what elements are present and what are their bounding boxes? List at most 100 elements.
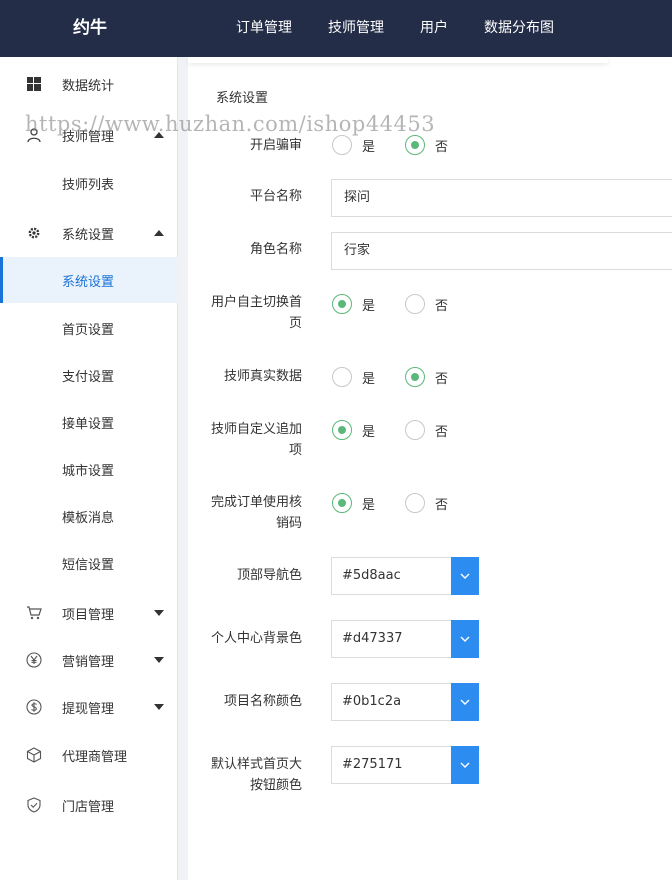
field-label-user-switch-home: 用户自主切换首 页 bbox=[198, 292, 302, 334]
tab-bar-shadow bbox=[188, 57, 608, 63]
chevron-down-icon bbox=[460, 573, 470, 579]
sidebar-item-city-settings[interactable]: 城市设置 bbox=[0, 446, 178, 492]
sidebar-item-label: 门店管理 bbox=[62, 799, 115, 815]
sidebar-item-label: 技师列表 bbox=[62, 177, 115, 193]
label-line: 用户自主切换首 bbox=[210, 295, 302, 310]
label-line: 完成订单使用核 bbox=[210, 495, 302, 510]
cube-icon bbox=[26, 747, 42, 763]
yen-icon bbox=[26, 652, 42, 668]
radio-label: 是 bbox=[362, 424, 376, 440]
color-picker-home-button[interactable]: #275171 bbox=[331, 746, 479, 784]
caret-down-icon bbox=[154, 657, 164, 663]
radio-group-user-switch-home: 是 否 bbox=[332, 294, 478, 314]
radio-label: 是 bbox=[362, 139, 376, 155]
sidebar-item-agent-management[interactable]: 代理商管理 bbox=[0, 732, 178, 778]
radio-label: 是 bbox=[362, 497, 376, 513]
field-label-tech-custom-add: 技师自定义追加 项 bbox=[198, 419, 302, 461]
color-dropdown-button[interactable] bbox=[451, 620, 479, 658]
radio-tech-real-data-no[interactable]: 否 bbox=[405, 367, 448, 387]
cart-icon bbox=[26, 605, 42, 621]
color-value-input[interactable]: #5d8aac bbox=[331, 557, 452, 595]
sidebar-item-system-settings-sub[interactable]: 系统设置 bbox=[0, 257, 178, 303]
sidebar-item-store-management[interactable]: 门店管理 bbox=[0, 782, 178, 828]
color-value-input[interactable]: #d47337 bbox=[331, 620, 452, 658]
top-nav-data-distribution[interactable]: 数据分布图 bbox=[466, 0, 572, 57]
radio-complete-order-code-yes[interactable]: 是 bbox=[332, 493, 375, 513]
field-label-top-nav-color: 顶部导航色 bbox=[236, 568, 302, 583]
radio-circle bbox=[332, 367, 352, 387]
radio-label: 是 bbox=[362, 371, 376, 387]
brand-logo[interactable]: 约牛 bbox=[0, 0, 180, 57]
radio-circle-checked bbox=[405, 135, 426, 155]
sidebar-item-project-management[interactable]: 项目管理 bbox=[0, 590, 178, 636]
radio-complete-order-code-no[interactable]: 否 bbox=[405, 493, 448, 513]
shield-check-icon bbox=[26, 797, 42, 813]
field-label-user-center-bg: 个人中心背景色 bbox=[210, 631, 302, 646]
color-dropdown-button[interactable] bbox=[451, 557, 479, 595]
field-label-home-button-color: 默认样式首页大 按钮颜色 bbox=[198, 754, 302, 796]
radio-group-complete-order-code: 是 否 bbox=[332, 493, 478, 513]
sidebar-item-withdraw-management[interactable]: 提现管理 bbox=[0, 684, 178, 730]
sidebar-item-data-stats[interactable]: 数据统计 bbox=[0, 61, 178, 107]
radio-tech-real-data-yes[interactable]: 是 bbox=[332, 367, 375, 387]
radio-circle bbox=[332, 135, 352, 155]
platform-name-input[interactable]: 探问 bbox=[331, 179, 672, 217]
color-dropdown-button[interactable] bbox=[451, 746, 479, 784]
role-name-input[interactable]: 行家 bbox=[331, 232, 672, 270]
label-line: 技师自定义追加 bbox=[210, 422, 302, 437]
sidebar-item-order-settings[interactable]: 接单设置 bbox=[0, 399, 178, 445]
sidebar-item-payment-settings[interactable]: 支付设置 bbox=[0, 352, 178, 398]
field-label-tech-real-data: 技师真实数据 bbox=[223, 369, 302, 384]
top-navbar: 约牛 订单管理 技师管理 用户 数据分布图 bbox=[0, 0, 672, 57]
sidebar-item-label: 模板消息 bbox=[62, 510, 115, 526]
radio-group-tech-real-data: 是 否 bbox=[332, 367, 478, 387]
settings-panel: 系统设置 开启骗审 是 否 平台名称 探问 角色名称 行家 用户自主切换首 页 … bbox=[188, 57, 672, 880]
radio-circle-checked bbox=[332, 294, 352, 314]
color-value-input[interactable]: #275171 bbox=[331, 746, 452, 784]
radio-user-switch-home-no[interactable]: 否 bbox=[405, 294, 448, 314]
chevron-down-icon bbox=[460, 699, 470, 705]
radio-label: 否 bbox=[435, 424, 449, 440]
radio-label: 否 bbox=[435, 298, 449, 314]
sidebar: 数据统计 技师管理 技师列表 系统设置 系统设置 首页设置 支付设置 接单设置 … bbox=[0, 57, 178, 880]
top-nav-users[interactable]: 用户 bbox=[402, 0, 466, 57]
sidebar-item-label: 短信设置 bbox=[62, 557, 115, 573]
dollar-icon bbox=[26, 699, 42, 715]
caret-up-icon bbox=[154, 230, 164, 236]
gear-icon bbox=[26, 225, 42, 241]
radio-review-no[interactable]: 否 bbox=[405, 135, 448, 155]
field-label-review: 开启骗审 bbox=[249, 138, 302, 153]
sidebar-item-system-settings[interactable]: 系统设置 bbox=[0, 210, 178, 256]
radio-tech-custom-add-yes[interactable]: 是 bbox=[332, 420, 375, 440]
radio-circle bbox=[405, 294, 426, 314]
sidebar-item-sms-settings[interactable]: 短信设置 bbox=[0, 540, 178, 586]
radio-review-yes[interactable]: 是 bbox=[332, 135, 375, 155]
radio-circle-checked bbox=[405, 367, 426, 387]
color-dropdown-button[interactable] bbox=[451, 683, 479, 721]
radio-label: 否 bbox=[435, 497, 449, 513]
sidebar-item-marketing-management[interactable]: 营销管理 bbox=[0, 637, 178, 683]
radio-tech-custom-add-no[interactable]: 否 bbox=[405, 420, 448, 440]
top-nav-technicians[interactable]: 技师管理 bbox=[310, 0, 402, 57]
label-line: 项 bbox=[288, 443, 302, 458]
sidebar-item-home-settings[interactable]: 首页设置 bbox=[0, 305, 178, 351]
color-picker-top-nav[interactable]: #5d8aac bbox=[331, 557, 479, 595]
sidebar-item-template-messages[interactable]: 模板消息 bbox=[0, 493, 178, 539]
field-label-project-name-color: 项目名称颜色 bbox=[223, 694, 302, 709]
field-label-role-name: 角色名称 bbox=[249, 242, 302, 257]
radio-circle-checked bbox=[332, 493, 352, 513]
sidebar-item-label: 接单设置 bbox=[62, 416, 115, 432]
sidebar-item-technician-list[interactable]: 技师列表 bbox=[0, 160, 178, 206]
radio-user-switch-home-yes[interactable]: 是 bbox=[332, 294, 375, 314]
label-line: 默认样式首页大 bbox=[210, 757, 302, 772]
label-line: 页 bbox=[288, 316, 302, 331]
color-value-input[interactable]: #0b1c2a bbox=[331, 683, 452, 721]
color-picker-user-center-bg[interactable]: #d47337 bbox=[331, 620, 479, 658]
watermark: https://www.huzhan.com/ishop44453 bbox=[25, 112, 436, 136]
sidebar-item-label: 营销管理 bbox=[62, 654, 115, 670]
top-nav-orders[interactable]: 订单管理 bbox=[218, 0, 310, 57]
color-picker-project-name[interactable]: #0b1c2a bbox=[331, 683, 479, 721]
chevron-down-icon bbox=[460, 636, 470, 642]
layout-gutter bbox=[178, 57, 188, 880]
sidebar-item-label: 支付设置 bbox=[62, 369, 115, 385]
